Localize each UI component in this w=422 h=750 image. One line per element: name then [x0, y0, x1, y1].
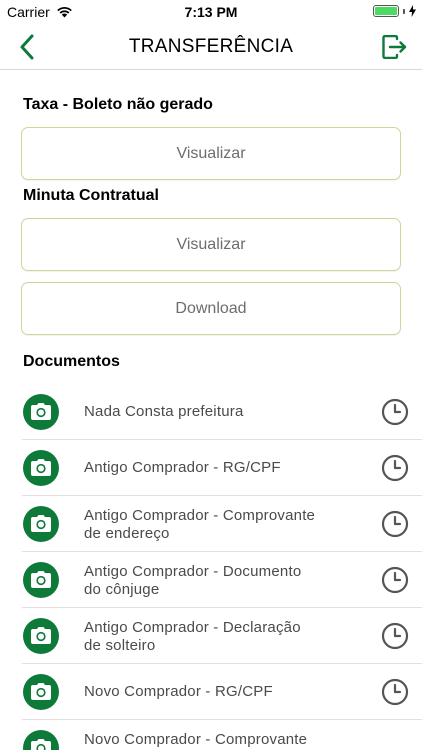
camera-icon[interactable] — [23, 730, 59, 750]
document-row[interactable]: Novo Comprador - Comprovante — [0, 720, 422, 750]
clock-icon — [381, 678, 409, 706]
document-label-line1: Antigo Comprador - Declaração — [84, 619, 301, 636]
document-label-line1: Novo Comprador - RG/CPF — [84, 683, 273, 700]
document-row[interactable]: Antigo Comprador - Declaração de solteir… — [0, 608, 422, 664]
taxa-view-button[interactable]: Visualizar — [21, 127, 401, 180]
document-row[interactable]: Antigo Comprador - Documento do cônjuge — [0, 552, 422, 608]
section-title-taxa: Taxa - Boleto não gerado — [23, 96, 213, 113]
camera-icon[interactable] — [23, 506, 59, 542]
camera-icon[interactable] — [23, 562, 59, 598]
document-label-line1: Novo Comprador - Comprovante — [84, 731, 308, 748]
document-label: Novo Comprador - RG/CPF — [84, 683, 354, 701]
page-title: TRANSFERÊNCIA — [128, 36, 294, 57]
clock-icon — [381, 510, 409, 538]
camera-icon[interactable] — [23, 394, 59, 430]
document-row[interactable]: Novo Comprador - RG/CPF — [0, 664, 422, 720]
document-label-line1: Nada Consta prefeitura — [84, 403, 244, 420]
battery-tip — [403, 8, 405, 14]
camera-icon[interactable] — [23, 674, 59, 710]
document-row[interactable]: Nada Consta prefeitura — [0, 384, 422, 440]
exit-icon — [382, 35, 407, 59]
clock-icon — [381, 398, 409, 426]
document-label: Novo Comprador - Comprovante — [84, 731, 354, 749]
document-label-line1: Antigo Comprador - Documento — [84, 563, 302, 580]
document-label: Antigo Comprador - RG/CPF — [84, 459, 354, 477]
document-label: Antigo Comprador - Declaração de solteir… — [84, 619, 354, 655]
document-label-line2: de endereço — [84, 525, 170, 542]
battery-icon — [373, 5, 399, 17]
navigation-bar: TRANSFERÊNCIA — [0, 24, 422, 70]
clock-icon — [381, 454, 409, 482]
document-label: Antigo Comprador - Documento do cônjuge — [84, 563, 354, 599]
exit-button[interactable] — [380, 33, 410, 61]
document-row[interactable]: Antigo Comprador - RG/CPF — [0, 440, 422, 496]
document-label: Antigo Comprador - Comprovante de endere… — [84, 507, 354, 543]
clock-time: 7:13 PM — [184, 4, 238, 20]
camera-icon[interactable] — [23, 450, 59, 486]
document-label-line1: Antigo Comprador - Comprovante — [84, 507, 316, 524]
section-title-documentos: Documentos — [23, 353, 120, 370]
minuta-view-button[interactable]: Visualizar — [21, 218, 401, 271]
battery-area — [373, 5, 416, 17]
charging-icon — [409, 5, 416, 17]
clock-icon — [381, 622, 409, 650]
document-label-line2: de solteiro — [84, 637, 156, 654]
clock-icon — [381, 566, 409, 594]
section-title-minuta: Minuta Contratual — [23, 187, 159, 204]
document-label-line2: do cônjuge — [84, 581, 160, 598]
camera-icon[interactable] — [23, 618, 59, 654]
document-label: Nada Consta prefeitura — [84, 403, 354, 421]
document-label-line1: Antigo Comprador - RG/CPF — [84, 459, 281, 476]
document-row[interactable]: Antigo Comprador - Comprovante de endere… — [0, 496, 422, 552]
status-bar: Carrier 7:13 PM — [0, 0, 422, 24]
minuta-download-button[interactable]: Download — [21, 282, 401, 335]
